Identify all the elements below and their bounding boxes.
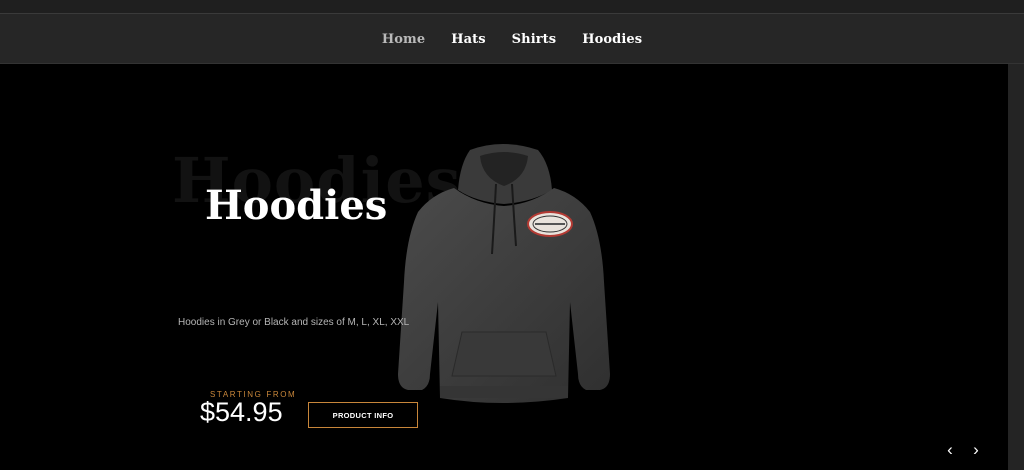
hero-description: Hoodies in Grey or Black and sizes of M,… xyxy=(178,317,410,328)
product-info-button[interactable]: PRODUCT INFO xyxy=(308,402,418,428)
nav-hoodies-link[interactable]: Hoodies xyxy=(582,32,642,47)
nav-shirts-link[interactable]: Shirts xyxy=(512,32,557,47)
chevron-right-icon[interactable]: › xyxy=(969,441,983,459)
hero-slider: Hoodies Hoodies Hoodies in Grey or Black… xyxy=(0,64,1008,470)
navigation-bar: Home Hats Shirts Hoodies xyxy=(0,14,1024,64)
nav-hats-link[interactable]: Hats xyxy=(451,32,485,47)
main-nav: Home Hats Shirts Hoodies xyxy=(0,14,1024,64)
nav-home-link[interactable]: Home xyxy=(382,32,425,47)
top-bar xyxy=(0,0,1024,14)
chevron-left-icon[interactable]: ‹ xyxy=(943,441,957,459)
price: $54.95 xyxy=(200,397,283,427)
hoodie-image xyxy=(398,144,610,403)
scrollbar-track[interactable] xyxy=(1008,64,1024,470)
hero-title: Hoodies xyxy=(205,182,388,229)
